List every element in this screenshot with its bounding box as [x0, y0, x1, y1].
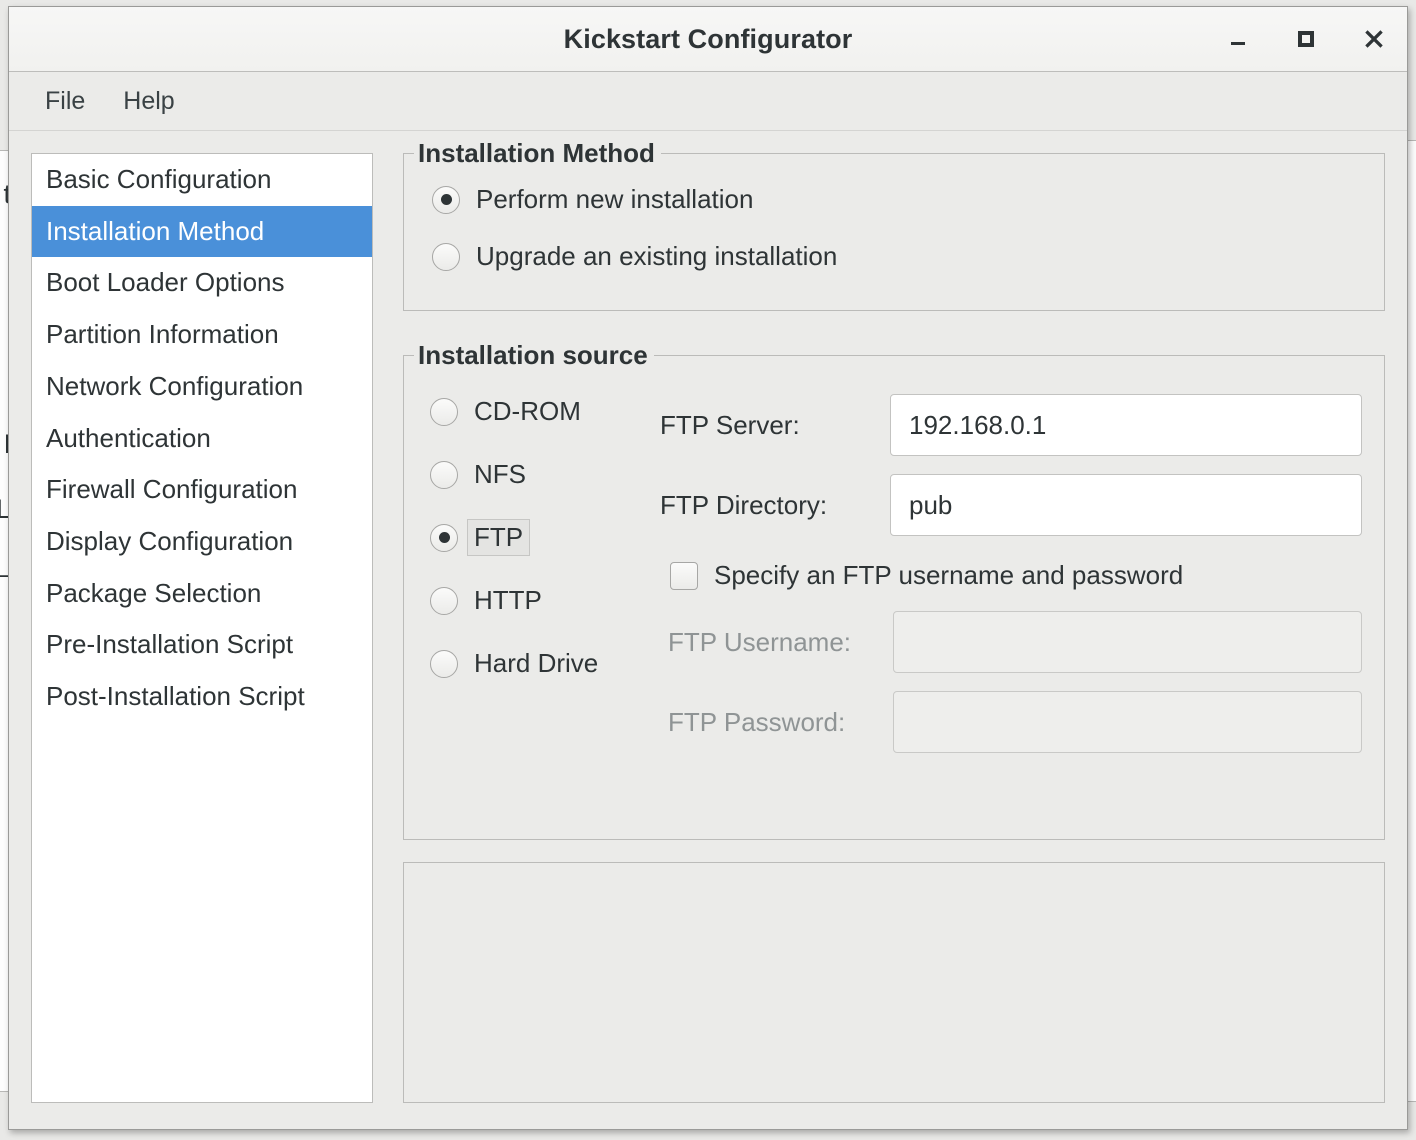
- radio-label: CD-ROM: [474, 396, 581, 426]
- radio-label: Upgrade an existing installation: [476, 241, 838, 271]
- sidebar-item-pre-installation-script[interactable]: Pre-Installation Script: [32, 619, 372, 671]
- radio-label: NFS: [474, 459, 526, 489]
- title-bar: Kickstart Configurator: [9, 7, 1407, 72]
- ftp-settings-fields: FTP Server: 192.168.0.1 FTP Directory: p…: [660, 382, 1384, 771]
- installation-source-radio-list: CD-ROM NFS FTP HTTP Hard Drive: [430, 382, 660, 771]
- sidebar-item-installation-method[interactable]: Installation Method: [32, 205, 372, 258]
- specify-ftp-credentials-label: Specify an FTP username and password: [714, 560, 1184, 590]
- ftp-server-row: FTP Server: 192.168.0.1: [660, 394, 1362, 456]
- installation-source-content: CD-ROM NFS FTP HTTP Hard Drive FTP Serve…: [430, 382, 1384, 771]
- radio-icon-checked: [430, 523, 458, 552]
- ftp-directory-label: FTP Directory:: [660, 489, 828, 520]
- sidebar-item-basic-configuration[interactable]: Basic Configuration: [32, 154, 372, 206]
- ftp-username-row: FTP Username:: [660, 611, 1362, 673]
- installation-source-group: Installation source CD-ROM NFS FTP HTTP …: [403, 340, 1385, 840]
- radio-icon-checked: [432, 185, 460, 214]
- menu-help[interactable]: Help: [109, 81, 188, 122]
- sidebar-item-network-configuration[interactable]: Network Configuration: [32, 361, 372, 413]
- radio-cdrom[interactable]: CD-ROM: [430, 396, 581, 427]
- radio-ftp[interactable]: FTP: [430, 519, 531, 556]
- checkbox-icon-unchecked: [670, 561, 698, 590]
- sidebar-item-boot-loader-options[interactable]: Boot Loader Options: [32, 257, 372, 309]
- ftp-username-input[interactable]: [893, 611, 1362, 673]
- radio-icon-unchecked: [430, 586, 458, 615]
- maximize-button[interactable]: [1287, 20, 1325, 58]
- sidebar-item-partition-information[interactable]: Partition Information: [32, 309, 372, 361]
- close-icon: [1365, 30, 1383, 48]
- close-button[interactable]: [1355, 20, 1393, 58]
- installation-method-legend: Installation Method: [414, 138, 661, 169]
- ftp-password-row: FTP Password:: [660, 691, 1362, 753]
- radio-label: Perform new installation: [476, 184, 754, 214]
- sidebar-item-package-selection[interactable]: Package Selection: [32, 568, 372, 620]
- installation-method-group: Installation Method Perform new installa…: [403, 138, 1385, 311]
- window-controls: [1219, 20, 1393, 58]
- radio-icon-unchecked: [430, 397, 458, 426]
- radio-label: HTTP: [474, 585, 542, 615]
- ftp-server-label: FTP Server:: [660, 409, 800, 440]
- ftp-password-input[interactable]: [893, 691, 1362, 753]
- ftp-server-input[interactable]: 192.168.0.1: [890, 394, 1362, 456]
- radio-label: FTP: [467, 519, 531, 556]
- radio-upgrade-existing-installation[interactable]: Upgrade an existing installation: [432, 241, 837, 272]
- minimize-button[interactable]: [1219, 20, 1257, 58]
- settings-pane: Installation Method Perform new installa…: [403, 138, 1385, 1103]
- sidebar-item-authentication[interactable]: Authentication: [32, 413, 372, 465]
- specify-ftp-credentials-checkbox[interactable]: Specify an FTP username and password: [670, 560, 1183, 591]
- sidebar-item-firewall-configuration[interactable]: Firewall Configuration: [32, 464, 372, 516]
- menu-bar: File Help: [9, 72, 1407, 131]
- ftp-directory-row: FTP Directory: pub: [660, 474, 1362, 536]
- kickstart-configurator-window: Kickstart Configurator File Help Basic C…: [8, 6, 1408, 1130]
- radio-label: Hard Drive: [474, 648, 599, 678]
- ftp-username-label: FTP Username:: [668, 626, 852, 657]
- window-body: Basic Configuration Installation Method …: [9, 131, 1407, 1129]
- radio-hard-drive[interactable]: Hard Drive: [430, 648, 598, 679]
- sidebar-item-post-installation-script[interactable]: Post-Installation Script: [32, 671, 372, 723]
- minimize-icon: [1231, 42, 1245, 45]
- window-title: Kickstart Configurator: [563, 23, 853, 54]
- radio-perform-new-installation[interactable]: Perform new installation: [432, 184, 753, 215]
- section-navigation-list[interactable]: Basic Configuration Installation Method …: [31, 153, 373, 1103]
- ftp-directory-input[interactable]: pub: [890, 474, 1362, 536]
- ftp-password-label: FTP Password:: [668, 706, 846, 737]
- menu-file[interactable]: File: [31, 81, 99, 122]
- maximize-icon: [1298, 31, 1314, 47]
- sidebar-item-display-configuration[interactable]: Display Configuration: [32, 516, 372, 568]
- installation-source-legend: Installation source: [414, 340, 654, 371]
- radio-http[interactable]: HTTP: [430, 585, 542, 616]
- empty-content-frame: [403, 862, 1385, 1103]
- radio-icon-unchecked: [430, 649, 458, 678]
- radio-icon-unchecked: [432, 242, 460, 271]
- radio-nfs[interactable]: NFS: [430, 459, 526, 490]
- radio-icon-unchecked: [430, 460, 458, 489]
